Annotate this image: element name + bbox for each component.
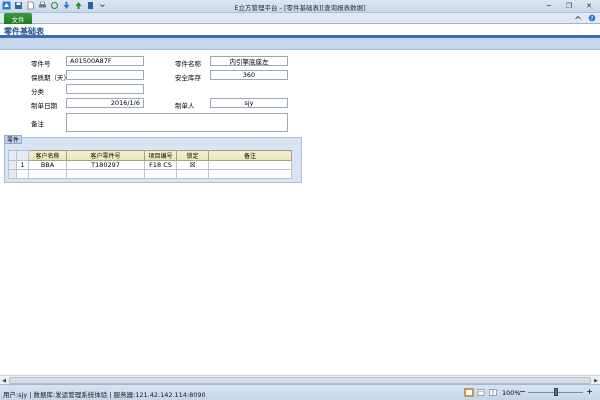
part-name-label: 零件名称 [175, 60, 201, 68]
grid-row-number-header [16, 150, 29, 161]
scroll-left-icon[interactable]: ◀ [0, 377, 8, 384]
cell-locked-checkbox[interactable]: ☒ [176, 160, 209, 170]
cell-project-no[interactable]: F18 CS [144, 160, 177, 170]
grid-header-row: 客户名称 客户零件号 项目编号 锁定 备注 [8, 150, 292, 161]
category-field[interactable] [66, 84, 144, 94]
title-bar: E立方管理平台 - [零件基础表][查询报表数据] ─ ❐ ✕ [0, 0, 600, 13]
row-selector[interactable] [8, 169, 17, 179]
part-name-field[interactable]: 内引擎底座左 [210, 56, 288, 66]
cell-remark[interactable] [208, 160, 292, 170]
grid-corner[interactable] [8, 150, 17, 161]
status-text: 用户:sjy | 数据库:发运管理系统体验 | 服务器:121.42.142.1… [3, 391, 206, 399]
window-title: E立方管理平台 - [零件基础表][查询报表数据] [234, 4, 366, 12]
help-icon[interactable]: ? [588, 14, 596, 22]
file-tab[interactable]: 文件 [4, 13, 32, 24]
cell-customer[interactable]: BBA [28, 160, 67, 170]
safety-stock-field[interactable]: 360 [210, 70, 288, 80]
cell-customer-part-no[interactable] [66, 169, 145, 179]
row-number: 1 [16, 160, 29, 170]
cell-locked-checkbox[interactable] [176, 169, 209, 179]
remark-field[interactable] [66, 113, 288, 132]
maker-field[interactable]: sjy [210, 98, 288, 108]
remark-label: 备注 [31, 120, 44, 128]
zoom-out-button[interactable]: − [518, 387, 527, 396]
parts-panel-caption[interactable]: 零件 [4, 135, 23, 144]
ribbon-collapse-icon[interactable] [574, 14, 582, 22]
close-button[interactable]: ✕ [580, 1, 598, 11]
minimize-button[interactable]: ─ [540, 1, 558, 11]
column-header-project-no[interactable]: 项目编号 [144, 150, 177, 161]
part-no-field[interactable]: A01500A87F [66, 56, 144, 66]
parts-grid: 客户名称 客户零件号 项目编号 锁定 备注 1 BBA T180297 F18 … [8, 150, 292, 179]
warranty-label: 保质期（天） [31, 74, 70, 82]
safety-stock-label: 安全库存 [175, 74, 201, 82]
zoom-slider-thumb[interactable] [553, 388, 558, 396]
header-band [0, 38, 600, 50]
column-header-remark[interactable]: 备注 [208, 150, 292, 161]
warranty-field[interactable] [66, 70, 144, 80]
restore-button[interactable]: ❐ [560, 1, 578, 11]
zoom-in-button[interactable]: + [585, 387, 594, 396]
cell-customer-part-no[interactable]: T180297 [66, 160, 145, 170]
part-no-label: 零件号 [31, 60, 51, 68]
status-bar: 用户:sjy | 数据库:发运管理系统体验 | 服务器:121.42.142.1… [0, 384, 600, 400]
ribbon-right-controls: ? [574, 14, 596, 22]
category-label: 分类 [31, 88, 44, 96]
cell-project-no[interactable] [144, 169, 177, 179]
scroll-thumb[interactable] [9, 377, 591, 384]
date-label: 制单日期 [31, 102, 57, 110]
column-header-customer[interactable]: 客户名称 [28, 150, 67, 161]
column-header-customer-part-no[interactable]: 客户零件号 [66, 150, 145, 161]
svg-text:?: ? [591, 16, 594, 22]
page-break-icon[interactable] [488, 388, 498, 397]
table-row[interactable]: 1 BBA T180297 F18 CS ☒ [8, 160, 292, 170]
page-layout-icon[interactable] [476, 388, 486, 397]
window-controls: ─ ❐ ✕ [540, 1, 598, 11]
row-number [16, 169, 29, 179]
table-row-new[interactable] [8, 169, 292, 179]
horizontal-scrollbar[interactable]: ◀ ▶ [0, 375, 600, 384]
cell-remark[interactable] [208, 169, 292, 179]
maker-label: 制单人 [175, 102, 195, 110]
row-selector[interactable] [8, 160, 17, 170]
scroll-right-icon[interactable]: ▶ [592, 377, 600, 384]
cell-customer[interactable] [28, 169, 67, 179]
view-buttons [464, 388, 498, 397]
date-field[interactable]: 2016/1/6 [66, 98, 144, 108]
column-header-locked[interactable]: 锁定 [176, 150, 209, 161]
ribbon-tab-row: 文件 ? [0, 13, 600, 24]
normal-view-icon[interactable] [464, 388, 474, 397]
